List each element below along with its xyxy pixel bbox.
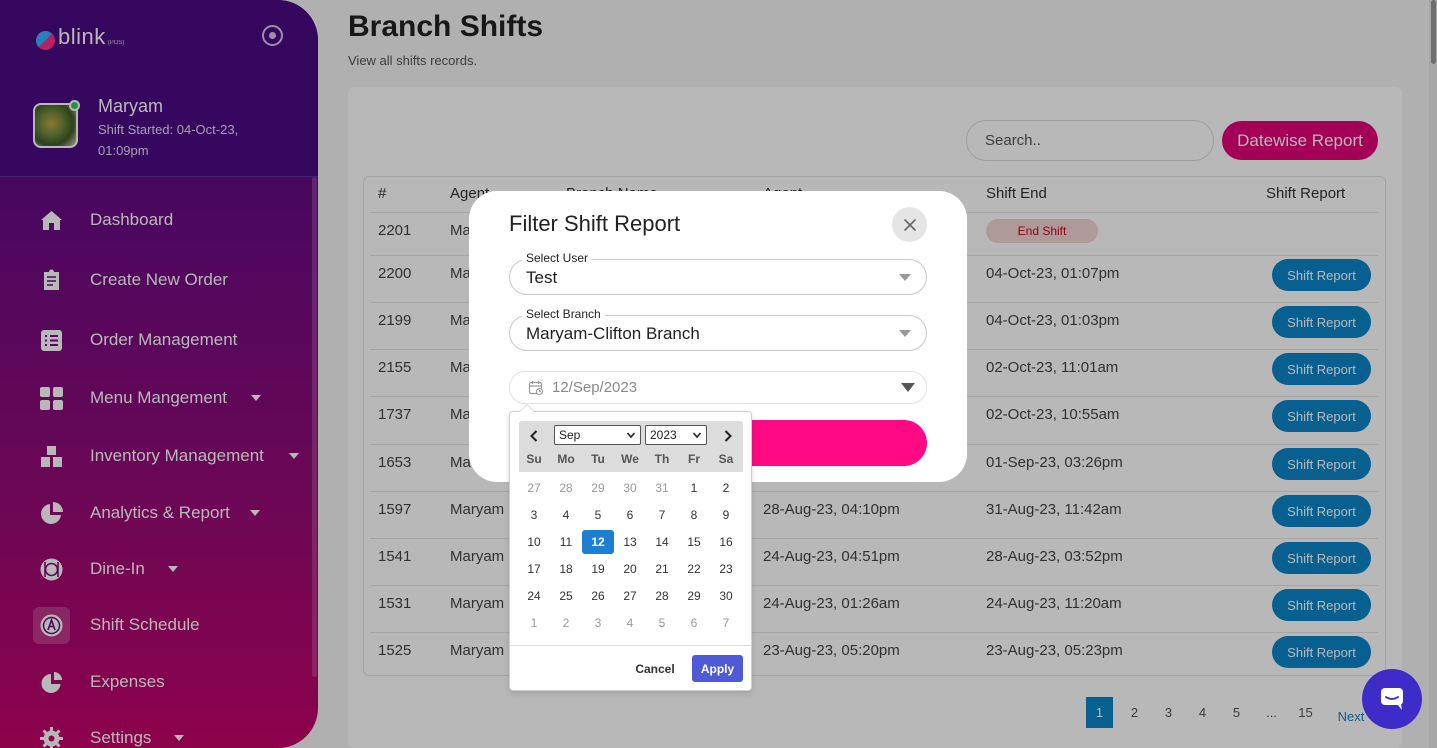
- calendar-day[interactable]: 29: [678, 584, 710, 608]
- year-select-value: 2023: [650, 428, 677, 442]
- calendar-day[interactable]: 27: [614, 584, 646, 608]
- prev-month-button[interactable]: [524, 426, 544, 446]
- selected-day[interactable]: 12: [582, 530, 614, 554]
- chevron-down-icon: [899, 274, 911, 281]
- weekday-label: Th: [654, 452, 670, 466]
- weekday-label: Sa: [718, 452, 734, 466]
- calendar-day[interactable]: 21: [646, 557, 678, 581]
- calendar-day[interactable]: 5: [582, 503, 614, 527]
- calendar-day[interactable]: 15: [678, 530, 710, 554]
- chevron-down-icon: [626, 432, 636, 439]
- calendar-day[interactable]: 5: [646, 611, 678, 635]
- calendar-day[interactable]: 1: [678, 476, 710, 500]
- chevron-right-icon: [724, 430, 732, 442]
- calendar-day[interactable]: 6: [614, 503, 646, 527]
- weekday-label: Fr: [688, 452, 700, 466]
- calendar-day[interactable]: 25: [550, 584, 582, 608]
- month-select-value: Sep: [559, 428, 581, 442]
- calendar-day[interactable]: 7: [646, 503, 678, 527]
- calendar-day[interactable]: 16: [710, 530, 742, 554]
- date-range-input[interactable]: 12/Sep/2023: [509, 371, 927, 404]
- calendar-day[interactable]: 27: [518, 476, 550, 500]
- calendar-day[interactable]: 2: [550, 611, 582, 635]
- calendar-day[interactable]: 11: [550, 530, 582, 554]
- calendar-day[interactable]: 19: [582, 557, 614, 581]
- select-branch-label: Select Branch: [522, 307, 605, 321]
- weekday-label: Su: [526, 452, 542, 466]
- calendar-day[interactable]: 28: [550, 476, 582, 500]
- apply-button[interactable]: Apply: [692, 655, 743, 682]
- chat-widget-button[interactable]: [1362, 669, 1422, 729]
- date-value: 12/Sep/2023: [552, 379, 638, 396]
- calendar-day[interactable]: 31: [646, 476, 678, 500]
- weekday-label: Mo: [557, 452, 575, 466]
- month-select[interactable]: Sep: [554, 425, 641, 445]
- calendar-day[interactable]: 7: [710, 611, 742, 635]
- calendar-day[interactable]: 3: [518, 503, 550, 527]
- close-icon: [903, 218, 916, 231]
- calendar-day[interactable]: 13: [614, 530, 646, 554]
- chat-icon: [1381, 688, 1403, 710]
- select-branch-value: Maryam-Clifton Branch: [526, 324, 700, 343]
- select-user-field[interactable]: Select User Test: [509, 251, 927, 295]
- chevron-down-icon: [899, 330, 911, 337]
- calendar-day[interactable]: 30: [710, 584, 742, 608]
- chevron-left-icon: [530, 430, 538, 442]
- calendar-day[interactable]: 23: [710, 557, 742, 581]
- calendar-day[interactable]: 26: [582, 584, 614, 608]
- select-user-label: Select User: [522, 251, 593, 265]
- calendar-day[interactable]: 9: [710, 503, 742, 527]
- calendar-day[interactable]: 24: [518, 584, 550, 608]
- select-user-value: Test: [526, 268, 558, 287]
- calendar-day[interactable]: 14: [646, 530, 678, 554]
- next-month-button[interactable]: [718, 426, 738, 446]
- year-select[interactable]: 2023: [645, 425, 707, 445]
- calendar-day[interactable]: 28: [646, 584, 678, 608]
- calendar-day[interactable]: 10: [518, 530, 550, 554]
- weekday-label: Tu: [591, 452, 605, 466]
- weekday-label: We: [621, 452, 639, 466]
- calendar-day[interactable]: 22: [678, 557, 710, 581]
- calendar-day[interactable]: 2: [710, 476, 742, 500]
- calendar-day[interactable]: 17: [518, 557, 550, 581]
- calendar-icon: [528, 381, 544, 396]
- calendar-day[interactable]: 6: [678, 611, 710, 635]
- picker-divider: [510, 645, 751, 646]
- select-branch-field[interactable]: Select Branch Maryam-Clifton Branch: [509, 307, 927, 351]
- calendar-day[interactable]: 1: [518, 611, 550, 635]
- modal-title: Filter Shift Report: [509, 211, 681, 236]
- calendar-day[interactable]: 8: [678, 503, 710, 527]
- close-button[interactable]: [892, 207, 927, 242]
- cancel-button[interactable]: Cancel: [630, 659, 680, 679]
- calendar-day[interactable]: 18: [550, 557, 582, 581]
- chevron-down-icon: [692, 432, 702, 439]
- calendar-day[interactable]: 4: [614, 611, 646, 635]
- calendar-day[interactable]: 3: [582, 611, 614, 635]
- submit-button[interactable]: [752, 420, 927, 466]
- calendar-day[interactable]: 20: [614, 557, 646, 581]
- chevron-down-icon: [901, 383, 915, 392]
- calendar-day[interactable]: 29: [582, 476, 614, 500]
- calendar-day[interactable]: 4: [550, 503, 582, 527]
- calendar-day[interactable]: 30: [614, 476, 646, 500]
